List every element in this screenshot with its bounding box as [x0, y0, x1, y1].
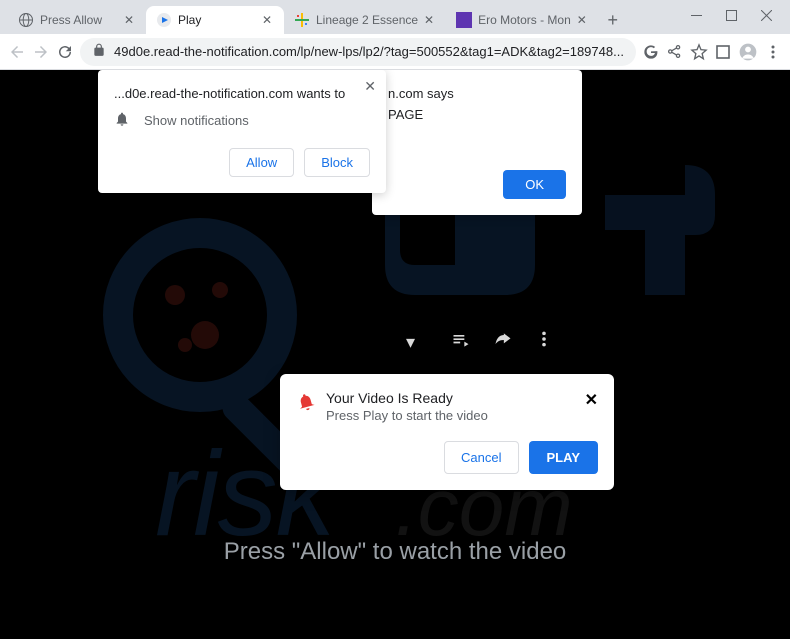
bookmark-icon[interactable] — [690, 38, 708, 66]
tab-title: Press Allow — [40, 13, 118, 27]
block-button[interactable]: Block — [304, 148, 370, 177]
maximize-icon[interactable] — [726, 8, 737, 26]
bell-icon — [114, 111, 130, 130]
reload-button[interactable] — [56, 38, 74, 66]
video-ready-title: Your Video Is Ready — [326, 390, 575, 406]
favicon-icon — [294, 12, 310, 28]
close-icon[interactable]: ✕ — [364, 78, 376, 95]
profile-icon[interactable] — [738, 38, 758, 66]
browser-tab[interactable]: Play ✕ — [146, 6, 284, 34]
ok-button[interactable]: OK — [503, 170, 566, 199]
page-instruction: Press "Allow" to watch the video — [0, 538, 790, 566]
bell-alert-icon — [296, 392, 316, 417]
play-button[interactable]: PLAY — [529, 441, 598, 474]
video-ready-popup: Your Video Is Ready Press Play to start … — [280, 374, 614, 490]
video-ready-subtitle: Press Play to start the video — [326, 408, 575, 423]
play-icon — [156, 12, 172, 28]
tab-strip: Press Allow ✕ Play ✕ Lineage 2 Essence ✕… — [0, 0, 673, 34]
globe-icon — [18, 12, 34, 28]
new-tab-button[interactable]: + — [599, 6, 627, 34]
window-close-icon[interactable] — [761, 8, 772, 26]
browser-tab[interactable]: Lineage 2 Essence ✕ — [284, 6, 446, 34]
tab-title: Lineage 2 Essence — [316, 13, 418, 27]
tab-title: Ero Motors - Mon — [478, 13, 571, 27]
browser-tab[interactable]: Ero Motors - Mon ✕ — [446, 6, 599, 34]
share-icon[interactable] — [493, 330, 513, 355]
forward-button[interactable] — [32, 38, 50, 66]
minimize-icon[interactable] — [691, 8, 702, 26]
back-button[interactable] — [8, 38, 26, 66]
lock-icon — [92, 43, 106, 60]
close-icon[interactable]: ✕ — [260, 13, 274, 27]
permission-label: Show notifications — [144, 113, 249, 128]
permission-site-text: ...d0e.read-the-notification.com wants t… — [114, 86, 370, 101]
extensions-icon[interactable] — [714, 38, 732, 66]
close-icon[interactable]: ✕ — [575, 13, 589, 27]
alert-message: PAGE — [388, 107, 566, 122]
video-player-controls: ▾ — [406, 330, 553, 355]
google-icon[interactable] — [642, 38, 660, 66]
more-icon[interactable] — [535, 330, 553, 355]
notification-permission-popup: ✕ ...d0e.read-the-notification.com wants… — [98, 70, 386, 193]
close-icon[interactable]: ✕ — [585, 390, 598, 410]
share-icon[interactable] — [666, 38, 684, 66]
close-icon[interactable]: ✕ — [422, 13, 436, 27]
js-alert-popup: n.com says PAGE OK — [372, 70, 582, 215]
page-content: risk .com ✕ ...d0e.read-the-notification… — [0, 70, 790, 639]
browser-tab[interactable]: Press Allow ✕ — [8, 6, 146, 34]
allow-button[interactable]: Allow — [229, 148, 294, 177]
menu-icon[interactable] — [764, 38, 782, 66]
favicon-icon — [456, 12, 472, 28]
playlist-icon[interactable] — [451, 330, 471, 355]
address-bar[interactable]: 49d0e.read-the-notification.com/lp/new-l… — [80, 38, 636, 66]
tab-title: Play — [178, 13, 256, 27]
cancel-button[interactable]: Cancel — [444, 441, 518, 474]
alert-origin: n.com says — [388, 86, 566, 101]
chevron-down-icon[interactable]: ▾ — [406, 332, 415, 353]
close-icon[interactable]: ✕ — [122, 13, 136, 27]
url-text: 49d0e.read-the-notification.com/lp/new-l… — [114, 44, 624, 59]
